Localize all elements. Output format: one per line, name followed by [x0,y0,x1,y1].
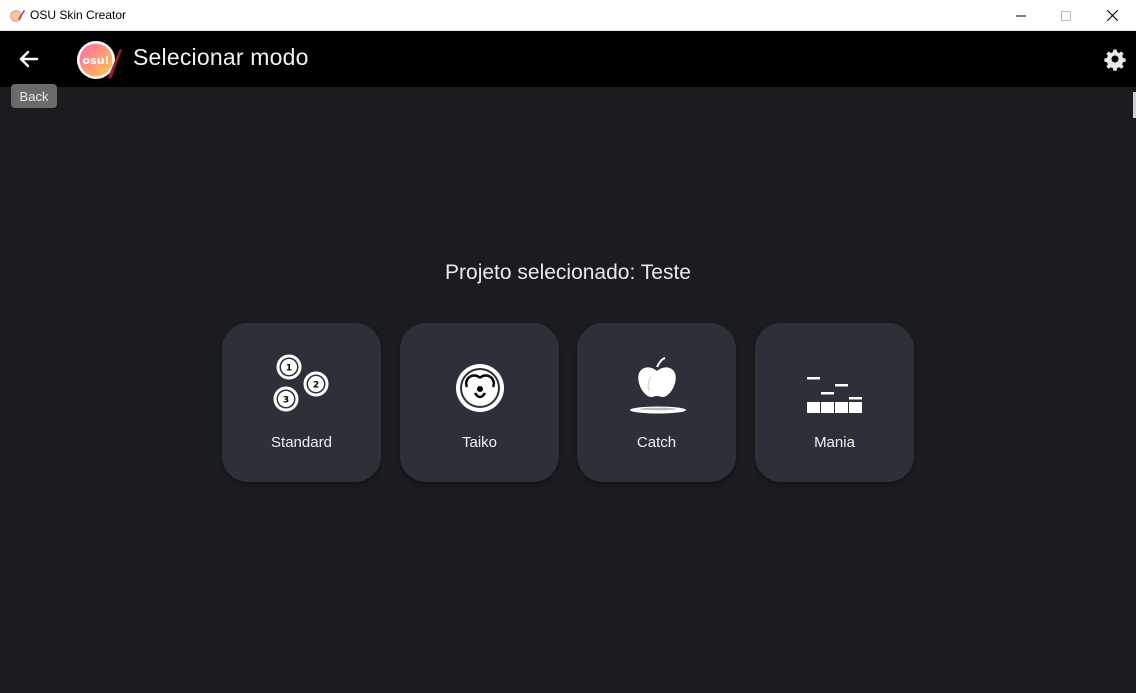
window-titlebar: OSU Skin Creator [0,0,1136,31]
mode-card-standard[interactable]: 1 2 3 Standard [222,323,381,482]
arrow-left-icon [19,50,39,68]
back-button[interactable] [16,46,42,72]
svg-text:osu!: osu! [83,54,110,67]
page-title: Selecionar modo [133,44,309,70]
settings-button[interactable] [1103,47,1127,71]
app-icon [10,10,25,22]
osu-logo: osu! [77,41,122,79]
mode-label-taiko: Taiko [461,434,498,451]
app-bar: osu! Selecionar modo [0,31,1136,87]
close-button[interactable] [1089,0,1135,31]
back-tooltip: Back [11,84,57,108]
svg-text:2: 2 [313,381,319,391]
gear-icon [1104,49,1126,71]
close-icon [1106,10,1118,21]
circles-numbered-icon: 1 2 3 [273,354,329,412]
apple-on-plate-icon [630,357,686,414]
mania-notes-columns-icon [807,377,862,413]
selected-project-label: Projeto selecionado: Teste [445,261,691,284]
mode-label-catch: Catch [636,434,677,451]
svg-text:3: 3 [283,396,289,406]
minimize-button[interactable] [998,0,1044,31]
mode-card-catch[interactable]: Catch [577,323,736,482]
maximize-icon [1061,10,1071,21]
mode-label-standard: Standard [271,434,332,451]
taiko-drum-face-icon [456,364,504,412]
mode-label-mania: Mania [814,434,855,451]
window-title: OSU Skin Creator [30,8,127,22]
svg-text:1: 1 [286,364,292,374]
maximize-button[interactable] [1043,0,1089,31]
minimize-icon [1016,15,1026,16]
mode-card-mania[interactable]: Mania [755,323,914,482]
mode-card-taiko[interactable]: Taiko [400,323,559,482]
